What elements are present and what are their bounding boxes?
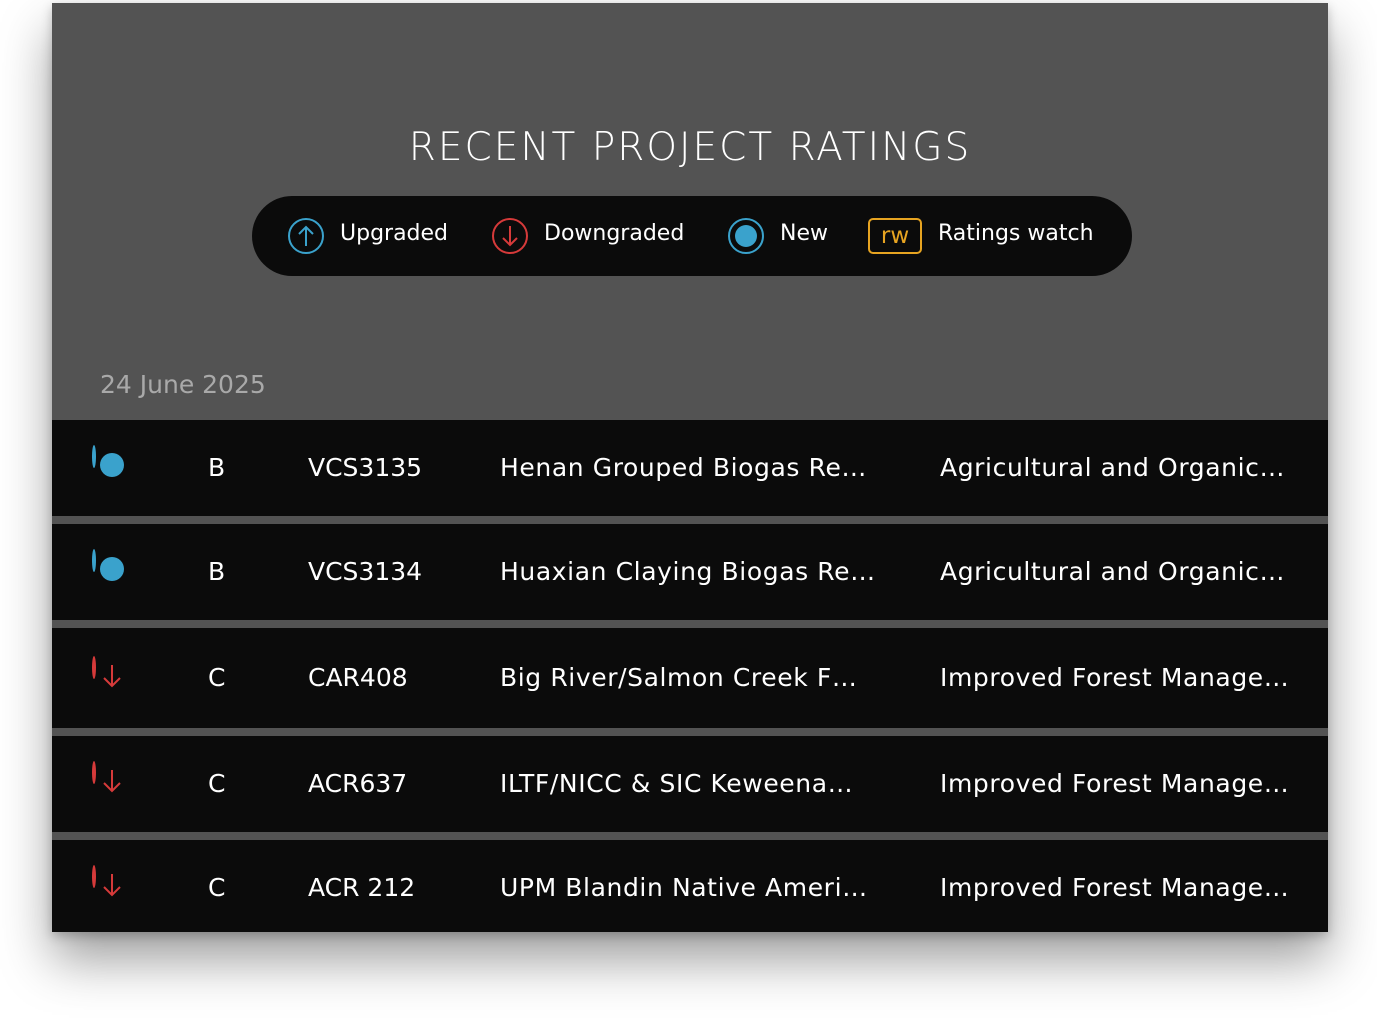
- category-cell: Improved Forest Manage…: [940, 663, 1290, 692]
- table-row[interactable]: B VCS3135 Henan Grouped Biogas Re… Agric…: [52, 420, 1328, 516]
- project-name-cell: Henan Grouped Biogas Re…: [500, 453, 868, 482]
- arrow-down-icon: [92, 761, 121, 793]
- new-dot-icon: [92, 549, 96, 572]
- legend-downgraded-label: Downgraded: [544, 220, 685, 246]
- new-dot-icon: [728, 218, 764, 254]
- ratings-watch-badge: rw: [868, 218, 922, 254]
- category-cell: Improved Forest Manage…: [940, 873, 1290, 902]
- project-id-cell: VCS3134: [308, 557, 423, 586]
- legend-upgraded-label: Upgraded: [340, 220, 449, 246]
- rating-cell: B: [208, 557, 226, 586]
- ratings-card: RECENT PROJECT RATINGS Upgraded Downgrad…: [52, 3, 1328, 932]
- project-name-cell: UPM Blandin Native Ameri…: [500, 873, 868, 902]
- category-cell: Improved Forest Manage…: [940, 769, 1290, 798]
- status-cell: [92, 549, 96, 572]
- legend-ratings-watch-label: Ratings watch: [938, 220, 1094, 246]
- date-heading: 24 June 2025: [100, 370, 266, 399]
- table-row[interactable]: C ACR 212 UPM Blandin Native Ameri… Impr…: [52, 840, 1328, 932]
- table-row[interactable]: C ACR637 ILTF/NICC & SIC Keweena… Improv…: [52, 736, 1328, 832]
- rating-cell: B: [208, 453, 226, 482]
- rating-cell: C: [208, 873, 226, 902]
- legend-new: New: [728, 196, 828, 276]
- table-row[interactable]: C CAR408 Big River/Salmon Creek F… Impro…: [52, 628, 1328, 728]
- project-name-cell: ILTF/NICC & SIC Keweena…: [500, 769, 854, 798]
- status-cell: [92, 445, 96, 468]
- rating-cell: C: [208, 769, 226, 798]
- status-cell: [92, 761, 121, 793]
- legend-upgraded: Upgraded: [288, 196, 448, 276]
- category-cell: Agricultural and Organic…: [940, 453, 1286, 482]
- project-name-cell: Big River/Salmon Creek F…: [500, 663, 858, 692]
- project-id-cell: CAR408: [308, 663, 408, 692]
- legend-new-label: New: [780, 220, 828, 246]
- arrow-down-icon: [492, 218, 528, 254]
- page-title: RECENT PROJECT RATINGS: [408, 125, 972, 170]
- legend-ratings-watch: rw Ratings watch: [868, 196, 1094, 276]
- category-cell: Agricultural and Organic…: [940, 557, 1286, 586]
- status-cell: [92, 656, 121, 688]
- arrow-down-icon: [92, 656, 121, 688]
- legend-downgraded: Downgraded: [492, 196, 684, 276]
- rating-cell: C: [208, 663, 226, 692]
- status-cell: [92, 865, 121, 897]
- legend: Upgraded Downgraded New rw Ratings watch: [252, 196, 1132, 276]
- table-row[interactable]: B VCS3134 Huaxian Claying Biogas Re… Agr…: [52, 524, 1328, 620]
- new-dot-icon: [92, 445, 96, 468]
- arrow-down-icon: [92, 865, 121, 897]
- project-id-cell: ACR 212: [308, 873, 416, 902]
- project-name-cell: Huaxian Claying Biogas Re…: [500, 557, 876, 586]
- arrow-up-icon: [288, 218, 324, 254]
- project-id-cell: VCS3135: [308, 453, 423, 482]
- project-id-cell: ACR637: [308, 769, 408, 798]
